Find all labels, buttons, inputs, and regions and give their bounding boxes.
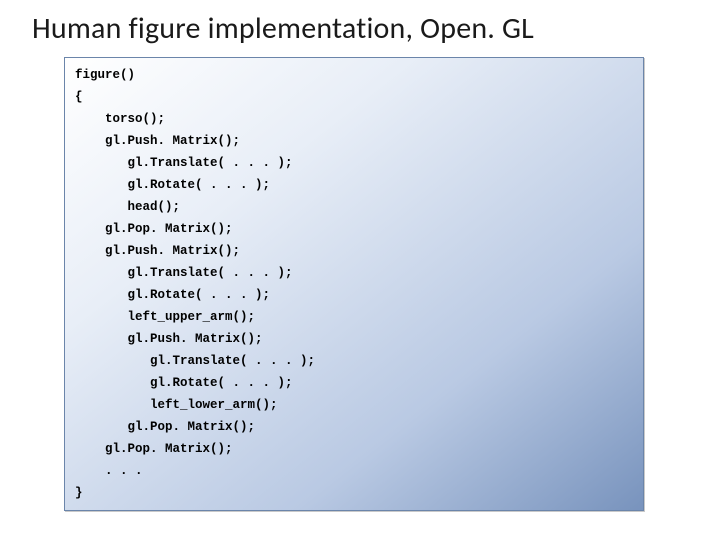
code-line: gl.Push. Matrix(); <box>75 328 633 350</box>
code-line: gl.Translate( . . . ); <box>75 152 633 174</box>
code-line: gl.Translate( . . . ); <box>75 350 633 372</box>
code-line: gl.Pop. Matrix(); <box>75 438 633 460</box>
code-line: gl.Translate( . . . ); <box>75 262 633 284</box>
page-title: Human figure implementation, Open. GL <box>32 10 696 47</box>
code-line: torso(); <box>75 108 633 130</box>
code-line: { <box>75 86 633 108</box>
code-block: figure() { torso(); gl.Push. Matrix(); g… <box>64 57 644 511</box>
code-line: . . . <box>75 460 633 482</box>
code-line: gl.Push. Matrix(); <box>75 240 633 262</box>
code-line: gl.Push. Matrix(); <box>75 130 633 152</box>
code-line: gl.Pop. Matrix(); <box>75 416 633 438</box>
code-line: figure() <box>75 64 633 86</box>
code-line: gl.Pop. Matrix(); <box>75 218 633 240</box>
code-line: head(); <box>75 196 633 218</box>
slide: Human figure implementation, Open. GL fi… <box>0 0 720 540</box>
code-line: } <box>75 482 633 504</box>
code-line: gl.Rotate( . . . ); <box>75 284 633 306</box>
code-line: left_lower_arm(); <box>75 394 633 416</box>
code-line: left_upper_arm(); <box>75 306 633 328</box>
code-line: gl.Rotate( . . . ); <box>75 174 633 196</box>
code-line: gl.Rotate( . . . ); <box>75 372 633 394</box>
